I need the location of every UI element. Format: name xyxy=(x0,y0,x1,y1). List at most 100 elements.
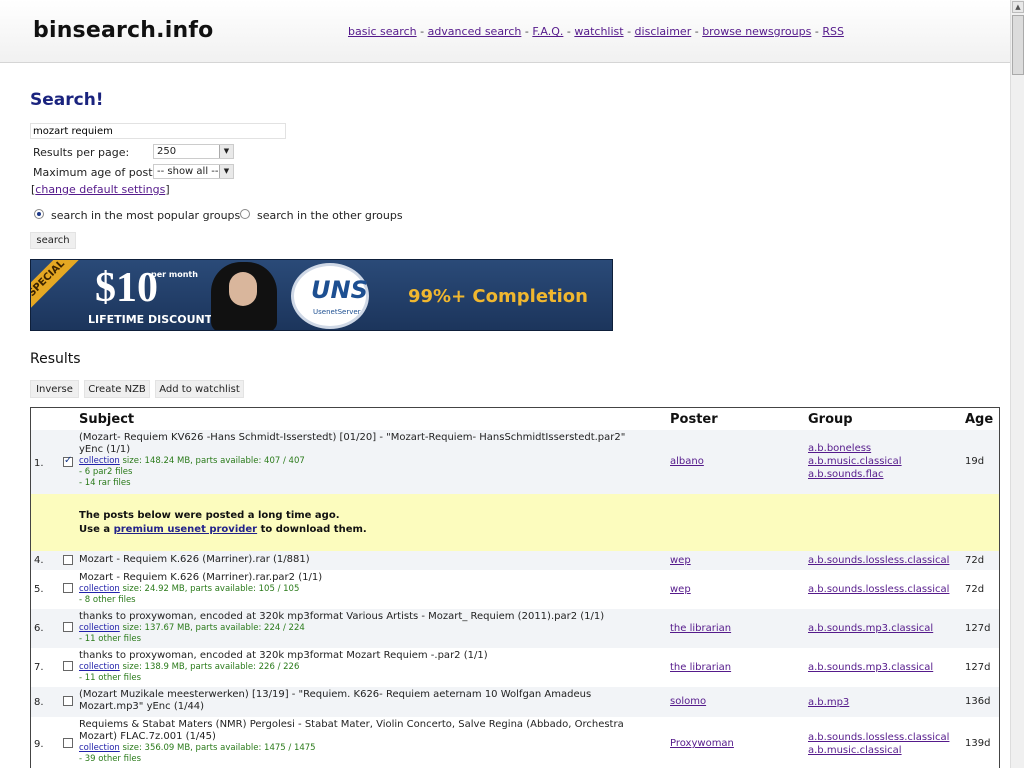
table-row: 9. Requiems & Stabat Maters (NMR) Pergol… xyxy=(31,717,999,768)
row-checkbox[interactable] xyxy=(63,555,73,565)
search-title: Search! xyxy=(30,90,104,110)
banner-model-face xyxy=(229,272,257,306)
row-age: 72d xyxy=(965,555,985,566)
row-subject: (Mozart Muzikale meesterwerken) [13/19] … xyxy=(79,689,669,713)
row-age: 136d xyxy=(965,696,991,707)
group-link[interactable]: a.b.sounds.lossless.classical xyxy=(808,554,949,567)
vertical-scrollbar[interactable]: ▲ xyxy=(1010,0,1024,768)
row-subject: Mozart - Requiem K.626 (Marriner).rar (1… xyxy=(79,554,669,566)
row-age: 127d xyxy=(965,623,991,634)
banner-price: $10 xyxy=(95,265,158,311)
row-meta: collection size: 148.24 MB, parts availa… xyxy=(79,456,669,467)
collection-link[interactable]: collection xyxy=(79,662,120,672)
search-input[interactable] xyxy=(30,123,286,139)
group-link[interactable]: a.b.sounds.mp3.classical xyxy=(808,661,933,674)
group-link[interactable]: a.b.music.classical xyxy=(808,744,949,757)
table-row: 1. (Mozart- Requiem KV626 -Hans Schmidt-… xyxy=(31,430,999,494)
notice-line-2: Use a premium usenet provider to downloa… xyxy=(79,524,367,535)
poster-link[interactable]: wep xyxy=(670,584,691,595)
poster-link[interactable]: Proxywoman xyxy=(670,738,734,749)
group-link[interactable]: a.b.music.classical xyxy=(808,455,902,468)
poster-link[interactable]: the librarian xyxy=(670,662,731,673)
row-size: size: 148.24 MB, parts available: 407 / … xyxy=(119,456,305,466)
row-number: 1. xyxy=(34,458,44,469)
subject-text: thanks to proxywoman, encoded at 320k mp… xyxy=(79,650,488,661)
nav-rss[interactable]: RSS xyxy=(822,25,844,38)
top-navigation: basic search - advanced search - F.A.Q. … xyxy=(348,25,844,38)
row-size: size: 137.67 MB, parts available: 224 / … xyxy=(119,623,305,633)
notice-line-1: The posts below were posted a long time … xyxy=(79,510,340,521)
radio-popular-label: search in the most popular groups xyxy=(51,209,241,222)
group-links: a.b.sounds.lossless.classical xyxy=(808,583,949,596)
subject-text-cont: yEnc (1/1) xyxy=(79,444,131,455)
group-links: a.b.sounds.lossless.classical xyxy=(808,554,949,567)
row-checkbox[interactable] xyxy=(63,583,73,593)
table-row: 5. Mozart - Requiem K.626 (Marriner).rar… xyxy=(31,570,999,609)
row-checkbox[interactable] xyxy=(63,738,73,748)
column-header-subject: Subject xyxy=(79,412,135,427)
premium-provider-link[interactable]: premium usenet provider xyxy=(114,524,258,535)
chevron-down-icon: ▼ xyxy=(219,165,233,178)
group-link[interactable]: a.b.sounds.mp3.classical xyxy=(808,622,933,635)
row-checkbox[interactable] xyxy=(63,661,73,671)
row-meta: collection size: 138.9 MB, parts availab… xyxy=(79,662,669,673)
group-links: a.b.boneless a.b.music.classical a.b.sou… xyxy=(808,442,902,481)
group-links: a.b.sounds.mp3.classical xyxy=(808,661,933,674)
nav-watchlist[interactable]: watchlist xyxy=(574,25,623,38)
row-checkbox[interactable] xyxy=(63,455,73,467)
group-link[interactable]: a.b.sounds.lossless.classical xyxy=(808,731,949,744)
group-link[interactable]: a.b.sounds.lossless.classical xyxy=(808,583,949,596)
group-links: a.b.sounds.lossless.classical a.b.music.… xyxy=(808,731,949,757)
radio-popular-groups[interactable] xyxy=(34,209,44,219)
change-default-settings-link[interactable]: change default settings xyxy=(35,183,165,196)
nav-disclaimer[interactable]: disclaimer xyxy=(635,25,692,38)
banner-lifetime: LIFETIME DISCOUNT xyxy=(88,313,213,326)
radio-other-groups[interactable] xyxy=(240,209,250,219)
row-checkbox[interactable] xyxy=(63,622,73,632)
scrollbar-thumb[interactable] xyxy=(1012,15,1024,75)
usenetserver-ad-banner[interactable]: SPECIAL $10 per month LIFETIME DISCOUNT … xyxy=(30,259,613,331)
row-age: 127d xyxy=(965,662,991,673)
uns-logo-text: UNS xyxy=(311,276,368,304)
poster-link[interactable]: wep xyxy=(670,555,691,566)
row-subject: thanks to proxywoman, encoded at 320k mp… xyxy=(79,650,669,684)
add-to-watchlist-button[interactable]: Add to watchlist xyxy=(155,380,244,398)
site-logo[interactable]: binsearch.info xyxy=(33,18,213,43)
inverse-button[interactable]: Inverse xyxy=(30,380,79,398)
subject-text: (Mozart- Requiem KV626 -Hans Schmidt-Iss… xyxy=(79,432,626,443)
create-nzb-button[interactable]: Create NZB xyxy=(84,380,150,398)
collection-link[interactable]: collection xyxy=(79,456,120,466)
group-link[interactable]: a.b.mp3 xyxy=(808,696,849,709)
notice-suffix: to download them. xyxy=(257,524,367,535)
scroll-up-arrow-icon[interactable]: ▲ xyxy=(1012,1,1024,13)
nav-faq[interactable]: F.A.Q. xyxy=(532,25,563,38)
collection-link[interactable]: collection xyxy=(79,623,120,633)
change-settings-wrapper: [change default settings] xyxy=(31,183,170,196)
table-row: 7. thanks to proxywoman, encoded at 320k… xyxy=(31,648,999,687)
poster-link[interactable]: the librarian xyxy=(670,623,731,634)
subject-text-cont: Mozart.mp3" yEnc (1/44) xyxy=(79,701,205,712)
poster-link[interactable]: albano xyxy=(670,456,704,467)
nav-advanced-search[interactable]: advanced search xyxy=(428,25,522,38)
subject-text: Mozart - Requiem K.626 (Marriner).rar.pa… xyxy=(79,572,323,583)
subject-text: Requiems & Stabat Maters (NMR) Pergolesi… xyxy=(79,719,624,730)
search-button[interactable]: search xyxy=(30,232,76,249)
collection-link[interactable]: collection xyxy=(79,743,120,753)
row-checkbox[interactable] xyxy=(63,696,73,706)
banner-per-month: per month xyxy=(151,270,198,279)
table-row: 4. Mozart - Requiem K.626 (Marriner).rar… xyxy=(31,551,999,570)
collection-link[interactable]: collection xyxy=(79,584,120,594)
nav-browse-newsgroups[interactable]: browse newsgroups xyxy=(702,25,811,38)
nav-basic-search[interactable]: basic search xyxy=(348,25,417,38)
results-title: Results xyxy=(30,351,81,367)
max-age-select[interactable]: -- show all -- ▼ xyxy=(153,164,234,179)
group-link[interactable]: a.b.boneless xyxy=(808,442,902,455)
poster-link[interactable]: solomo xyxy=(670,696,706,707)
table-row: 6. thanks to proxywoman, encoded at 320k… xyxy=(31,609,999,648)
subject-text: thanks to proxywoman, encoded at 320k mp… xyxy=(79,611,605,622)
group-link[interactable]: a.b.sounds.flac xyxy=(808,468,902,481)
results-per-page-select[interactable]: 250 ▼ xyxy=(153,144,234,159)
chevron-down-icon: ▼ xyxy=(219,145,233,158)
row-number: 6. xyxy=(34,623,44,634)
row-age: 19d xyxy=(965,456,985,467)
